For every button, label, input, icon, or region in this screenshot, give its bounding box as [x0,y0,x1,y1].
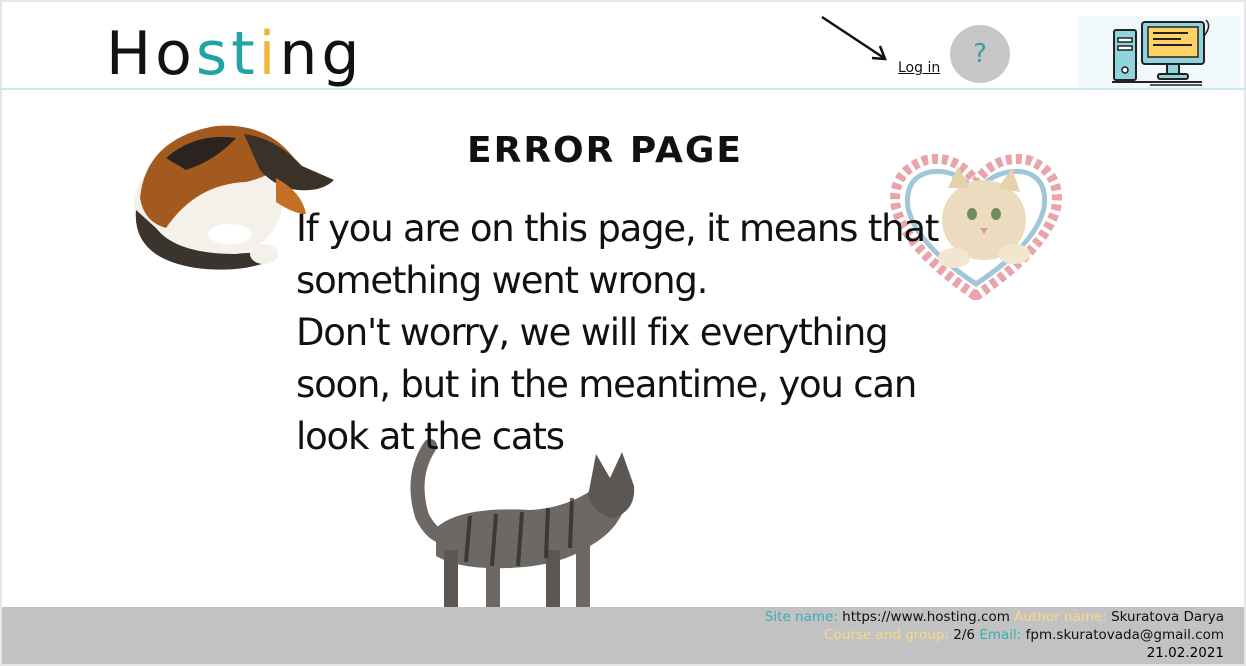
author-label: Author name: [1014,609,1107,625]
logo-letter: s [195,19,232,89]
author-value: Skuratova Darya [1111,609,1224,625]
logo[interactable]: Hosting [106,16,363,92]
error-message: If you are on this page, it means that s… [296,207,939,458]
footer-date: 21.02.2021 [1146,645,1224,661]
course-value: 2/6 [953,627,976,643]
logo-letter: n [279,19,322,89]
logo-letter: H [106,19,156,89]
logo-letter: t [231,19,259,89]
logo-letter: g [321,19,364,89]
logo-letter: o [155,19,196,89]
email-label: Email: [979,627,1022,643]
logo-letter: i [258,19,280,89]
help-button[interactable]: ? [950,25,1010,83]
page-title: ERROR PAGE [467,130,743,171]
footer: Site name: https://www.hosting.com Autho… [2,607,1244,664]
computer-icon [1078,16,1240,88]
course-label: Course and group: [824,627,949,643]
footer-row-site-author: Site name: https://www.hosting.com Autho… [765,608,1224,626]
email-value: fpm.skuratovada@gmail.com [1025,627,1224,643]
site-name-value: https://www.hosting.com [842,609,1010,625]
header: Hosting Log in ? [0,0,1246,90]
login-link[interactable]: Log in [898,60,940,76]
footer-row-course-email: Course and group: 2/6 Email: fpm.skurato… [824,626,1224,644]
arrow-icon [821,15,887,61]
site-name-label: Site name: [764,609,838,625]
